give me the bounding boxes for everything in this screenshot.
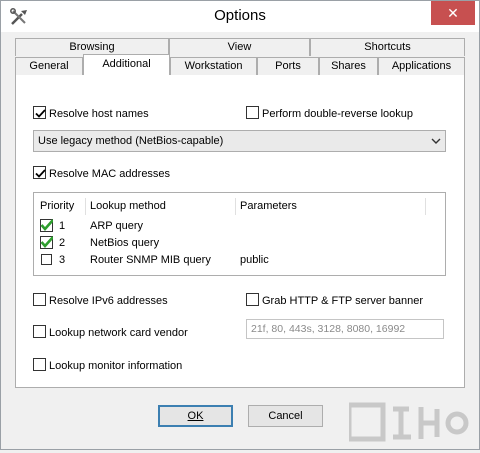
resolve-ipv6-checkbox[interactable]	[33, 293, 46, 306]
tab-shortcuts[interactable]: Shortcuts	[310, 38, 465, 56]
tab-workstation[interactable]: Workstation	[170, 57, 257, 75]
priority-cell: 3	[59, 254, 66, 266]
window-title: Options	[214, 7, 266, 24]
cancel-button[interactable]: Cancel	[248, 405, 323, 427]
grab-banner-checkbox[interactable]	[246, 293, 259, 306]
row-checkbox-checked[interactable]	[40, 219, 54, 235]
method-cell: NetBios query	[90, 237, 160, 249]
tab-ports[interactable]: Ports	[257, 57, 319, 75]
lookup-method-value: Use legacy method (NetBios-capable)	[38, 135, 224, 147]
resolve-host-names-option[interactable]: Resolve host names	[33, 106, 149, 122]
tab-applications[interactable]: Applications	[378, 57, 465, 75]
resolve-mac-option[interactable]: Resolve MAC addresses	[33, 166, 170, 182]
method-cell: ARP query	[90, 220, 143, 232]
mac-lookup-table[interactable]: Priority Lookup method Parameters 1 ARP …	[33, 192, 446, 276]
grab-banner-label: Grab HTTP & FTP server banner	[262, 295, 423, 307]
options-dialog: Options ✕ Browsing View Shortcuts Genera…	[0, 0, 480, 450]
double-reverse-checkbox[interactable]	[246, 106, 259, 119]
priority-cell: 1	[59, 220, 66, 232]
cancel-button-label: Cancel	[268, 410, 303, 422]
double-reverse-label: Perform double-reverse lookup	[262, 108, 414, 120]
resolve-ipv6-label: Resolve IPv6 addresses	[49, 295, 168, 307]
resolve-host-names-checkbox[interactable]	[33, 106, 46, 119]
column-header-lookup-method[interactable]: Lookup method	[88, 198, 236, 215]
lookup-monitor-checkbox[interactable]	[33, 358, 46, 371]
lookup-vendor-option[interactable]: Lookup network card vendor	[33, 325, 188, 341]
chevron-down-icon	[431, 131, 441, 158]
row-checkbox-checked[interactable]	[40, 236, 54, 252]
ok-button-label: OK	[187, 410, 204, 422]
method-cell: Router SNMP MIB query	[90, 254, 211, 266]
ports-field[interactable]: 21f, 80, 443s, 3128, 8080, 16992	[246, 319, 444, 339]
params-cell: public	[240, 254, 269, 266]
lookup-method-select[interactable]: Use legacy method (NetBios-capable)	[33, 130, 446, 152]
tab-shares[interactable]: Shares	[319, 57, 378, 75]
grab-banner-option[interactable]: Grab HTTP & FTP server banner	[246, 293, 423, 309]
tab-general[interactable]: General	[15, 57, 83, 75]
resolve-mac-label: Resolve MAC addresses	[49, 168, 171, 180]
resolve-ipv6-option[interactable]: Resolve IPv6 addresses	[33, 293, 168, 309]
tab-view[interactable]: View	[169, 38, 310, 56]
lookup-vendor-label: Lookup network card vendor	[49, 327, 188, 339]
column-header-parameters[interactable]: Parameters	[238, 198, 426, 215]
resolve-mac-checkbox[interactable]	[33, 166, 46, 179]
lookup-monitor-label: Lookup monitor information	[49, 360, 183, 372]
close-button[interactable]: ✕	[431, 1, 475, 25]
row-checkbox-unchecked[interactable]	[40, 253, 53, 269]
tab-additional[interactable]: Additional	[83, 54, 170, 75]
watermark-logo	[346, 401, 469, 443]
resolve-host-names-label: Resolve host names	[49, 108, 149, 120]
tab-row-bottom: General Additional Workstation Ports Sha…	[15, 54, 465, 75]
column-header-priority[interactable]: Priority	[40, 198, 86, 215]
priority-cell: 2	[59, 237, 66, 249]
lookup-monitor-option[interactable]: Lookup monitor information	[33, 358, 182, 374]
title-bar: Options ✕	[1, 1, 479, 32]
additional-panel: Resolve host names Perform double-revers…	[15, 74, 465, 388]
close-icon: ✕	[447, 5, 459, 21]
double-reverse-option[interactable]: Perform double-reverse lookup	[246, 106, 413, 122]
lookup-vendor-checkbox[interactable]	[33, 325, 46, 338]
ok-button[interactable]: OK	[158, 405, 233, 427]
